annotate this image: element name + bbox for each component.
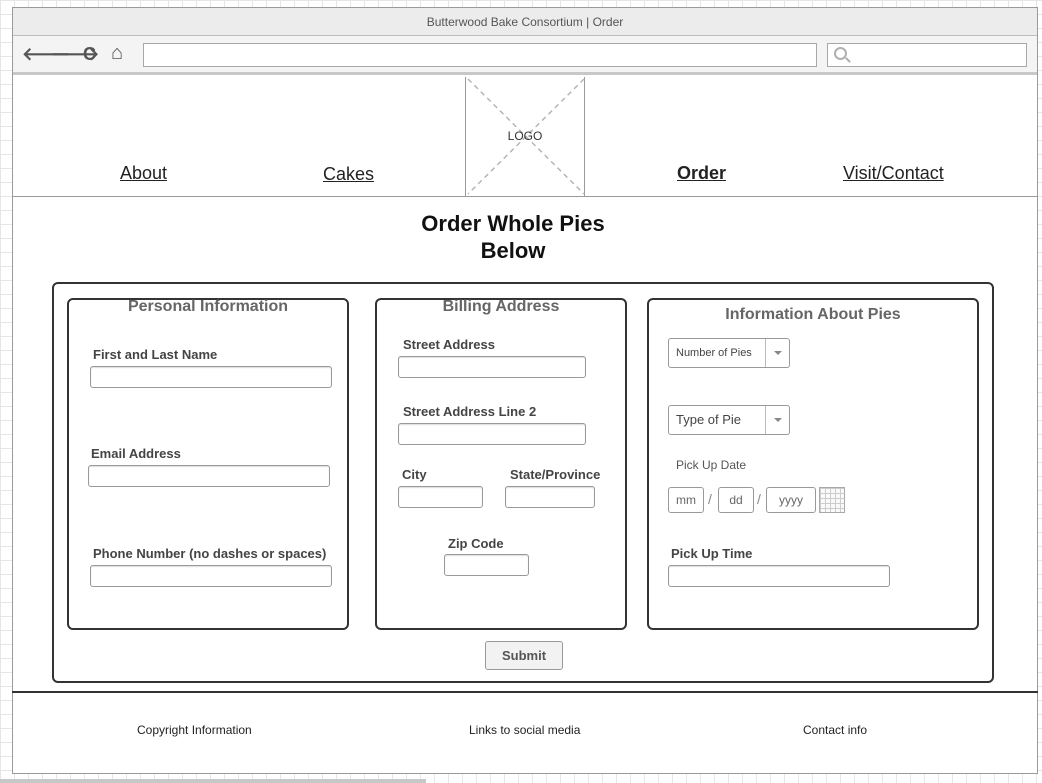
- search-input[interactable]: [827, 43, 1027, 67]
- type-of-pie-value: Type of Pie: [676, 412, 742, 427]
- footer-social-links[interactable]: Links to social media: [469, 723, 580, 737]
- zip-label: Zip Code: [448, 536, 504, 551]
- phone-label: Phone Number (no dashes or spaces): [93, 546, 327, 561]
- type-of-pie-select[interactable]: Type of Pie: [668, 405, 790, 435]
- pickup-date-label: Pick Up Date: [676, 458, 747, 472]
- date-separator: /: [708, 491, 712, 507]
- personal-info-panel: Personal Information First and Last Name…: [67, 298, 349, 630]
- date-day-input[interactable]: dd: [718, 487, 754, 513]
- home-icon[interactable]: ⌂: [111, 43, 123, 63]
- zip-input[interactable]: [444, 554, 529, 576]
- personal-info-title: Personal Information: [127, 298, 289, 315]
- nav-order[interactable]: Order: [677, 163, 726, 184]
- billing-address-title: Billing Address: [442, 298, 560, 315]
- name-label: First and Last Name: [93, 347, 218, 362]
- nav-about[interactable]: About: [120, 163, 167, 184]
- calendar-icon[interactable]: [819, 487, 845, 513]
- site-header: About Cakes LOGO Order Visit/Contact: [13, 77, 1037, 197]
- city-label: City: [402, 467, 427, 482]
- browser-toolbar: 🡐 🡒 C ⌂: [13, 36, 1037, 75]
- submit-button[interactable]: Submit: [485, 641, 563, 670]
- address-bar[interactable]: [143, 43, 817, 67]
- street2-label: Street Address Line 2: [403, 404, 537, 419]
- page-title: Order Whole Pies Below: [398, 210, 628, 264]
- pie-info-panel: Information About Pies Number of Pies Ty…: [647, 298, 979, 630]
- city-input[interactable]: [398, 486, 483, 508]
- horizontal-scrollbar[interactable]: [0, 779, 426, 783]
- number-of-pies-select[interactable]: Number of Pies: [668, 338, 790, 368]
- billing-address-panel: Billing Address Street Address Street Ad…: [375, 298, 627, 630]
- logo-placeholder: LOGO: [465, 77, 585, 196]
- street-input[interactable]: [398, 356, 586, 378]
- email-label: Email Address: [91, 446, 181, 461]
- state-input[interactable]: [505, 486, 595, 508]
- date-separator: /: [757, 491, 761, 507]
- number-of-pies-value: Number of Pies: [676, 347, 752, 359]
- nav-visit-contact[interactable]: Visit/Contact: [843, 163, 944, 184]
- email-input[interactable]: [88, 465, 330, 487]
- chevron-down-icon: [765, 406, 789, 434]
- pie-info-title: Information About Pies: [725, 306, 901, 323]
- page-title-line2: Below: [480, 238, 546, 263]
- date-year-input[interactable]: yyyy: [766, 487, 816, 513]
- footer-contact-info[interactable]: Contact info: [803, 723, 867, 737]
- pickup-time-input[interactable]: [668, 565, 890, 587]
- page-title-line1: Order Whole Pies: [421, 211, 605, 236]
- street-label: Street Address: [403, 337, 495, 352]
- reload-icon[interactable]: C: [83, 44, 96, 64]
- site-footer: Copyright Information Links to social me…: [12, 691, 1038, 766]
- phone-input[interactable]: [90, 565, 332, 587]
- pickup-time-label: Pick Up Time: [671, 546, 753, 561]
- date-month-input[interactable]: mm: [668, 487, 704, 513]
- nav-cakes[interactable]: Cakes: [323, 164, 374, 185]
- search-icon: [834, 47, 847, 60]
- name-input[interactable]: [90, 366, 332, 388]
- state-label: State/Province: [510, 467, 601, 482]
- footer-copyright: Copyright Information: [137, 723, 252, 737]
- street2-input[interactable]: [398, 423, 586, 445]
- window-title: Butterwood Bake Consortium | Order: [13, 8, 1037, 36]
- logo-text: LOGO: [507, 129, 543, 143]
- chevron-down-icon: [765, 339, 789, 367]
